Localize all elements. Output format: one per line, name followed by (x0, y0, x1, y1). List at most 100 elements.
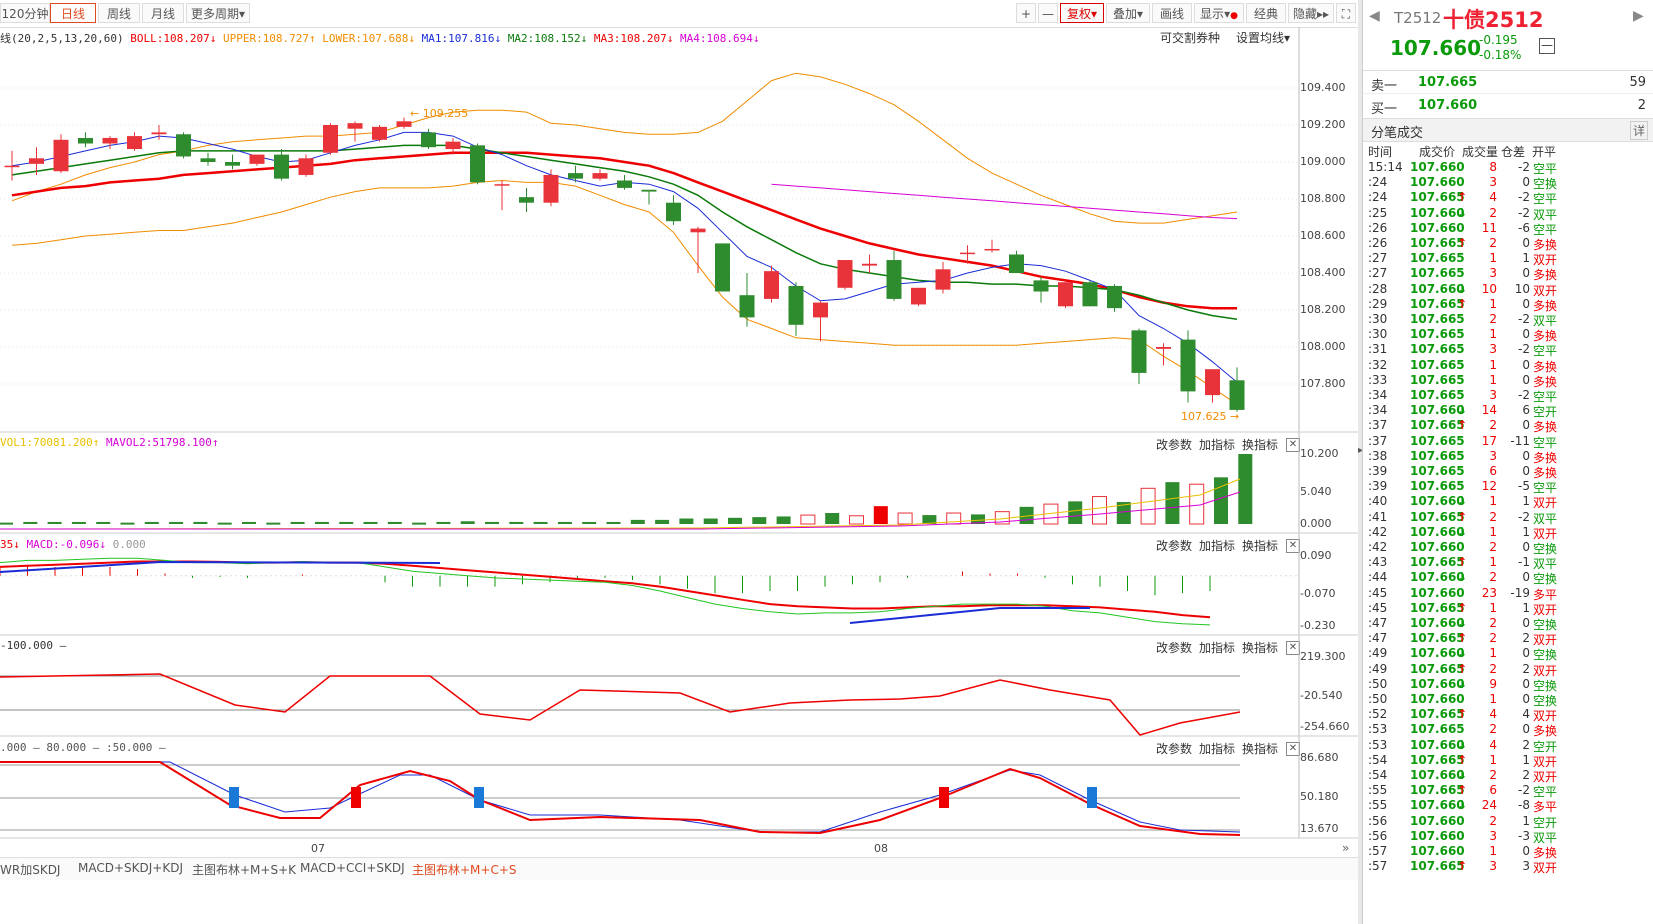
tick-oi-change: 0 (1522, 540, 1530, 554)
macd-tick: -0.070 (1300, 587, 1336, 600)
boll-lower-line (11, 179, 1238, 405)
tick-oi-change: 2 (1522, 661, 1530, 676)
tick-volume: 1 (1489, 494, 1497, 509)
arrow-up-icon: ↑ (1457, 296, 1468, 311)
arrow-up-icon: ↑ (1457, 752, 1468, 767)
volume-bar (897, 512, 913, 525)
tick-oi-change: 0 (1522, 464, 1530, 478)
candle-body (862, 263, 877, 266)
tick-oi-change: -2 (1518, 388, 1530, 402)
minimize-icon[interactable]: — (1539, 38, 1555, 54)
tab-macd-cci-skdj[interactable]: MACD+CCI+SKDJ (300, 861, 405, 875)
volume-bar (363, 521, 378, 524)
arrow-down-icon: ↓ (1457, 403, 1468, 418)
candle-body (1107, 285, 1122, 309)
tick-row: :49 107.660 ↓ 1 0 空换 (1363, 646, 1653, 662)
tab-macd-skdj-kdj[interactable]: MACD+SKDJ+KDJ (78, 861, 183, 875)
tick-oi-change: 1 (1522, 494, 1530, 509)
tick-time: :52 (1368, 707, 1388, 722)
tick-row: :29 107.665 ↑ 1 0 多换 (1363, 296, 1653, 313)
candle-body (225, 162, 240, 166)
col-open-close: 开平 (1532, 145, 1557, 159)
tick-oi-change: 1 (1522, 251, 1530, 266)
tick-time: :38 (1368, 448, 1388, 463)
candle-body (372, 126, 387, 140)
candle-body (53, 139, 69, 172)
tab-boll-m-c-s[interactable]: 主图布林+M+C+S (412, 861, 517, 878)
main-tick: 108.200 (1300, 303, 1346, 316)
candle-body (470, 145, 485, 183)
price-change-pct: -0.18% (1479, 48, 1522, 62)
tick-row: :37 107.665 ↑ 2 0 多换 (1363, 418, 1653, 434)
tab-boll-m-s-k[interactable]: 主图布林+M+S+K (192, 861, 296, 878)
tick-price: 107.660 (1410, 585, 1465, 600)
candle-body (4, 165, 20, 168)
volume-bar (485, 521, 499, 524)
detail-button[interactable]: 详 (1629, 121, 1648, 140)
next-contract-icon[interactable]: ▶ (1633, 8, 1644, 24)
tick-time: :32 (1368, 357, 1388, 372)
main-tick: 109.000 (1300, 155, 1346, 168)
candle-body (617, 180, 632, 188)
tick-volume: 1 (1489, 327, 1497, 342)
tab-wr-skdj[interactable]: WR加SKDJ (0, 861, 60, 878)
candle-body (1156, 347, 1171, 349)
main-tick: 109.200 (1300, 118, 1346, 131)
tick-time: :54 (1368, 752, 1388, 767)
tick-time: :40 (1368, 494, 1388, 509)
tick-row: :57 107.660 1 0 多换 (1363, 844, 1653, 860)
tick-time: :27 (1368, 266, 1388, 281)
arrow-down-icon: ↓ (1457, 646, 1468, 661)
tick-oi-change: 0 (1522, 646, 1530, 661)
tick-row: :53 107.665 2 0 多换 (1363, 722, 1653, 738)
candle-body (1058, 282, 1073, 307)
tick-oi-change: 1 (1522, 524, 1530, 539)
candle-body (445, 141, 461, 150)
tick-time: :56 (1368, 828, 1388, 843)
contract-name: 十债2512 (1443, 8, 1544, 32)
tick-row: :42 107.660 ↓ 1 1 双开 (1363, 524, 1653, 541)
tick-time: :24 (1368, 175, 1388, 190)
tick-time: :53 (1368, 722, 1388, 737)
contract-code: T2512 (1394, 9, 1442, 27)
volume-bar (728, 517, 742, 524)
arrow-down-icon: ↓ (1457, 524, 1468, 539)
kdj-tick: 13.670 (1300, 822, 1339, 835)
arrow-down-icon: ↓ (1457, 676, 1468, 691)
tick-oi-change: 0 (1522, 570, 1530, 585)
volume-bar (582, 521, 597, 524)
candle-body (1009, 254, 1024, 273)
arrow-down-icon: ↓ (1457, 616, 1468, 630)
tick-oi-change: 1 (1522, 600, 1530, 615)
volume-bar (557, 521, 572, 524)
tick-oi-change: 10 (1514, 281, 1530, 296)
candle-body (347, 123, 363, 129)
tick-row: :49 107.665 ↑ 2 2 双开 (1363, 661, 1653, 678)
volume-bar (825, 513, 840, 524)
tick-volume: 1 (1489, 357, 1497, 372)
volume-bar (460, 521, 475, 524)
candle-body (1033, 280, 1049, 292)
tick-volume: 2 (1489, 540, 1497, 554)
volume-bar (0, 522, 13, 525)
tick-volume: 2 (1489, 631, 1497, 646)
tick-row: :54 107.660 ↓ 2 2 双开 (1363, 768, 1653, 784)
prev-contract-icon[interactable]: ◀ (1369, 8, 1380, 24)
stock-chart[interactable] (0, 0, 1358, 857)
candle-body (78, 137, 93, 144)
tick-row: :25 107.660 ↓ 2 -2 双平 (1363, 206, 1653, 222)
arrow-up-icon: ↑ (1457, 190, 1468, 205)
volume-bar (703, 518, 718, 524)
tick-volume: 24 (1481, 798, 1497, 813)
tick-oi-change: -5 (1518, 479, 1530, 494)
tick-row: :40 107.660 ↓ 1 1 双开 (1363, 494, 1653, 510)
tick-time: :39 (1368, 464, 1388, 478)
volume-bar (242, 521, 256, 524)
volume-bar (436, 521, 451, 524)
volume-bar (873, 506, 888, 524)
arrow-up-icon: ↑ (1457, 859, 1468, 874)
tick-volume: 2 (1489, 570, 1497, 585)
tick-oi-change: 0 (1522, 692, 1530, 706)
tick-time: :44 (1368, 570, 1388, 585)
scroll-right-icon[interactable]: » (1342, 841, 1349, 855)
